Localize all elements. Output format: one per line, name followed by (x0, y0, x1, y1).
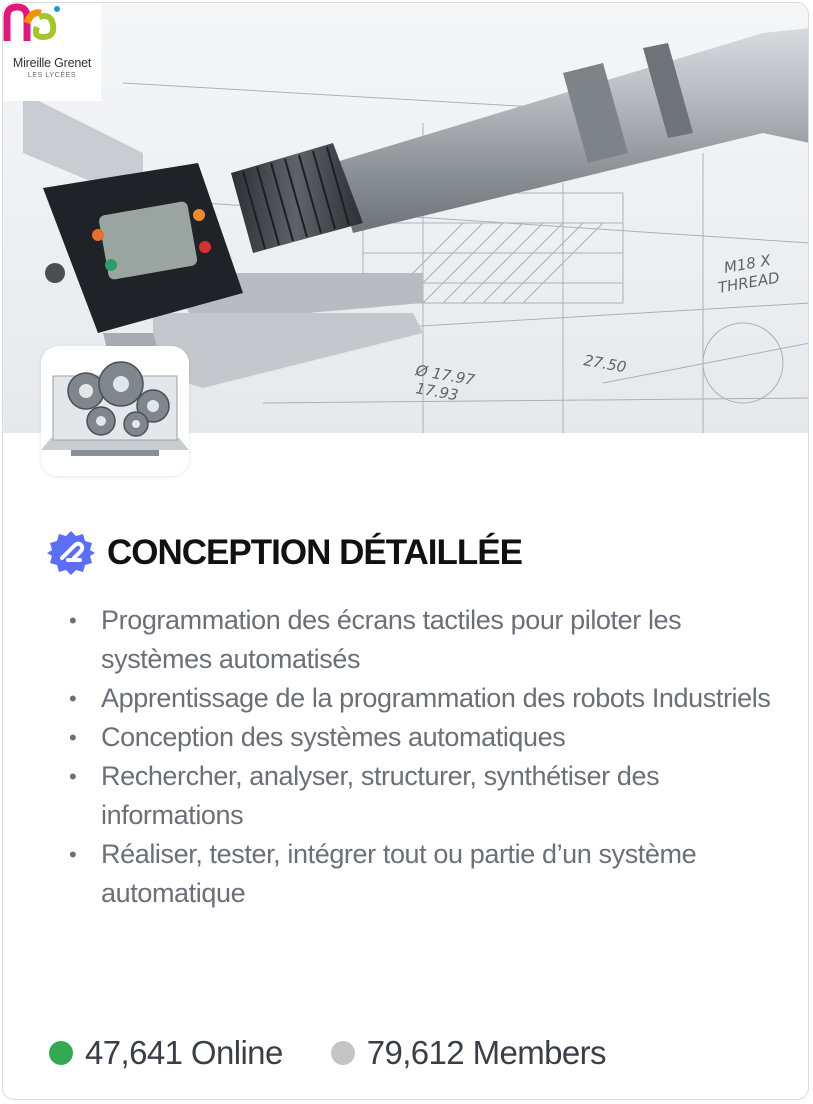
member-stats: 47,641 Online 79,612 Members (49, 1029, 607, 1077)
list-item: Rechercher, analyser, structurer, synthé… (69, 757, 785, 835)
logo-mark-icon (3, 3, 60, 41)
members-status-icon (330, 1041, 355, 1065)
list-item: Réaliser, tester, intégrer tout ou parti… (69, 835, 785, 913)
list-item: Apprentissage de la programmation des ro… (69, 679, 785, 718)
svg-text:27.50: 27.50 (582, 351, 627, 376)
online-count: 47,641 Online (85, 1034, 283, 1071)
group-title-row: CONCEPTION DÉTAILLÉE (47, 529, 523, 577)
list-item: Programmation des écrans tactiles pour p… (69, 601, 785, 679)
school-logo[interactable]: Mireille Grenet LES LYCÉES (3, 3, 101, 101)
logo-subtitle: LES LYCÉES (27, 72, 77, 79)
group-title[interactable]: CONCEPTION DÉTAILLÉE (107, 533, 523, 573)
list-item: Conception des systèmes automatiques (69, 718, 785, 757)
verified-badge-icon (47, 531, 95, 575)
description-list: Programmation des écrans tactiles pour p… (69, 601, 785, 913)
members-count: 79,612 Members (366, 1034, 607, 1071)
online-status-icon (49, 1041, 73, 1065)
group-avatar[interactable] (41, 346, 189, 476)
group-card[interactable]: M18 X THREAD 27.50 Ø 17.97 17.93 Mireill… (2, 2, 809, 1100)
logo-name: Mireille Grenet (12, 56, 92, 70)
gears-laptop-icon (41, 346, 189, 476)
